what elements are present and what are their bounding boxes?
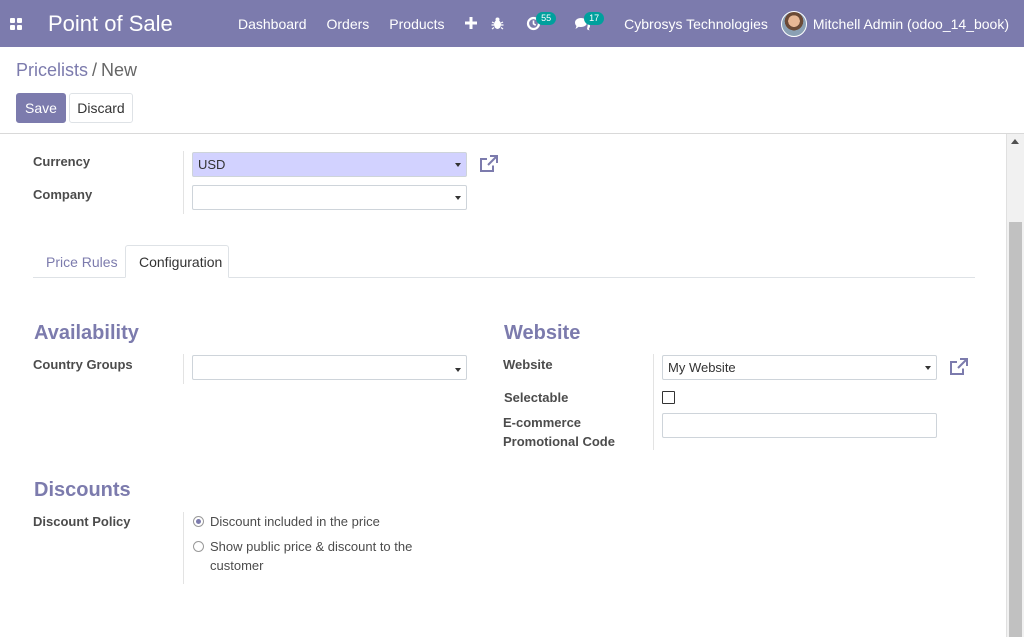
external-link-icon[interactable] — [949, 358, 968, 379]
user-name: Mitchell Admin (odoo_14_book) — [812, 15, 1009, 32]
radio-show-public-price-label[interactable]: Show public price & discount to the cust… — [210, 537, 430, 575]
website-value: My Website — [668, 360, 736, 375]
chevron-down-icon — [455, 196, 461, 200]
bug-icon[interactable] — [480, 0, 515, 47]
message-count-badge: 17 — [584, 12, 605, 25]
availability-title: Availability — [34, 322, 139, 344]
app-title[interactable]: Point of Sale — [48, 11, 228, 37]
company-select[interactable] — [192, 185, 467, 210]
chevron-down-icon — [455, 368, 461, 372]
vertical-scrollbar[interactable] — [1006, 134, 1024, 637]
main-menu: Dashboard Orders Products — [228, 0, 487, 47]
breadcrumb-current: New — [101, 60, 138, 80]
user-menu[interactable]: Mitchell Admin (odoo_14_book) — [780, 10, 1024, 37]
top-navbar: Point of Sale Dashboard Orders Products … — [0, 0, 1024, 47]
chevron-down-icon — [925, 366, 931, 370]
country-groups-select[interactable] — [192, 355, 467, 380]
tab-price-rules[interactable]: Price Rules — [33, 245, 131, 278]
currency-label: Currency — [33, 154, 91, 169]
website-select[interactable]: My Website — [662, 355, 937, 380]
radio-discount-included-label[interactable]: Discount included in the price — [210, 512, 430, 531]
radio-show-public-price[interactable] — [193, 541, 204, 552]
promo-code-label-line2: Promotional Code — [503, 434, 615, 449]
save-button[interactable]: Save — [16, 93, 66, 123]
field-separator — [183, 354, 184, 384]
promo-code-input[interactable] — [662, 413, 937, 438]
chat-icon[interactable]: 17 — [552, 0, 605, 47]
discounts-title: Discounts — [34, 479, 131, 501]
scroll-up-arrow-icon[interactable] — [1011, 139, 1019, 144]
website-title: Website — [504, 322, 581, 344]
control-panel-divider — [0, 133, 1024, 134]
activity-icon[interactable]: 55 — [515, 0, 557, 47]
discard-button[interactable]: Discard — [69, 93, 133, 123]
external-link-icon[interactable] — [479, 155, 498, 176]
scroll-thumb[interactable] — [1009, 222, 1022, 637]
field-separator — [653, 354, 654, 450]
field-separator — [183, 512, 184, 584]
menu-orders[interactable]: Orders — [317, 16, 380, 32]
chevron-down-icon — [455, 163, 461, 167]
menu-products[interactable]: Products — [379, 16, 454, 32]
currency-select[interactable]: USD — [192, 152, 467, 177]
discount-policy-label: Discount Policy — [33, 514, 131, 529]
company-switcher[interactable]: Cybrosys Technologies — [602, 16, 781, 32]
radio-discount-included[interactable] — [193, 516, 204, 527]
apps-menu-icon[interactable] — [0, 0, 32, 47]
field-separator — [183, 151, 184, 214]
avatar — [780, 10, 807, 37]
website-label: Website — [503, 357, 553, 372]
selectable-checkbox[interactable] — [662, 391, 675, 404]
company-label: Company — [33, 187, 93, 202]
promo-code-label-line1: E-commerce — [503, 415, 582, 430]
country-groups-label: Country Groups — [33, 357, 133, 372]
breadcrumb-parent[interactable]: Pricelists — [16, 60, 88, 80]
breadcrumb-separator: / — [92, 60, 98, 80]
selectable-label: Selectable — [504, 390, 569, 405]
menu-dashboard[interactable]: Dashboard — [228, 16, 317, 32]
navbar-systray: 55 17 Cybrosys Technologies Mitchell Adm… — [480, 0, 1024, 47]
tab-configuration[interactable]: Configuration — [125, 245, 229, 278]
currency-value: USD — [198, 157, 226, 172]
breadcrumb: Pricelists / New — [16, 60, 137, 81]
